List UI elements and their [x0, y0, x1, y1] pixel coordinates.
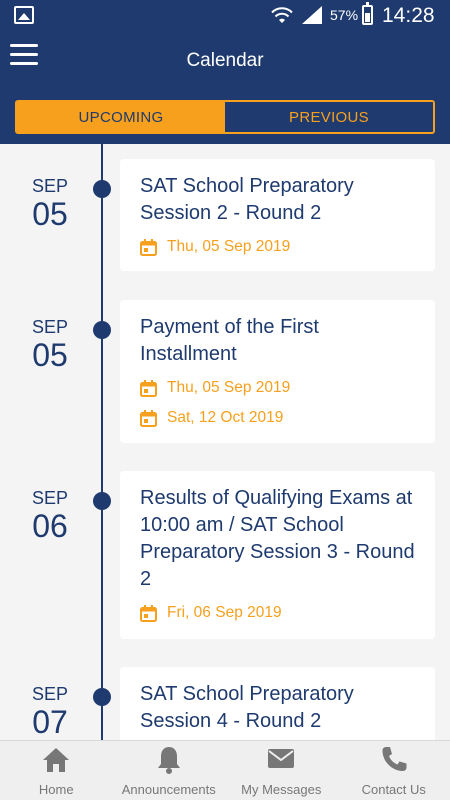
- event-date: SEP 06: [10, 488, 90, 543]
- calendar-icon: [140, 379, 157, 397]
- event-title: Results of Qualifying Exams at 10:00 am …: [140, 487, 415, 590]
- event-card[interactable]: SAT School Preparatory Session 4 - Round…: [120, 667, 435, 740]
- timeline-dot: [93, 180, 111, 198]
- event-title: SAT School Preparatory Session 2 - Round…: [140, 175, 354, 224]
- nav-home[interactable]: Home: [0, 741, 113, 800]
- nav-label: Contact Us: [361, 782, 426, 797]
- timeline-dot: [93, 321, 111, 339]
- event-date: SEP 07: [10, 684, 90, 739]
- event-card[interactable]: SAT School Preparatory Session 2 - Round…: [120, 159, 435, 271]
- event-month: SEP: [31, 176, 69, 196]
- tab-previous[interactable]: PREVIOUS: [225, 102, 433, 132]
- battery-icon: [362, 2, 373, 25]
- nav-label: Home: [38, 782, 74, 797]
- mail-icon: [268, 749, 295, 768]
- event-title: SAT School Preparatory Session 4 - Round…: [140, 683, 354, 732]
- event-card[interactable]: Payment of the First Installment Thu, 05…: [120, 300, 435, 443]
- wifi-icon: [271, 7, 293, 23]
- event-date: SEP 05: [10, 176, 90, 231]
- nav-my-messages[interactable]: My Messages: [225, 741, 338, 800]
- event-date: SEP 05: [10, 317, 90, 372]
- calendar-icon: [140, 604, 157, 622]
- status-bar: 57% 14:28: [0, 0, 450, 32]
- event-day: 06: [32, 508, 68, 544]
- event-day: 07: [32, 704, 68, 740]
- timeline-dot: [93, 688, 111, 706]
- event-date-text: Thu, 05 Sep 2019: [167, 238, 291, 255]
- battery-percentage: 57%: [330, 7, 359, 23]
- page-title: Calendar: [186, 50, 264, 71]
- event-date-row: Sat, 12 Oct 2019: [140, 408, 415, 428]
- event-day: 05: [32, 337, 68, 373]
- gallery-notification-icon: [14, 6, 34, 24]
- calendar-icon: [140, 409, 157, 427]
- event-month: SEP: [31, 488, 69, 508]
- tab-upcoming[interactable]: UPCOMING: [17, 102, 225, 132]
- event-date-row: Thu, 05 Sep 2019: [140, 237, 415, 257]
- events-timeline[interactable]: SEP 05 SAT School Preparatory Session 2 …: [0, 144, 450, 740]
- app-bar: Calendar UPCOMING PREVIOUS: [0, 32, 450, 144]
- event-month: SEP: [31, 317, 69, 337]
- event-date-text: Fri, 06 Sep 2019: [167, 604, 282, 621]
- event-date-text: Thu, 05 Sep 2019: [167, 379, 291, 396]
- calendar-icon: [140, 238, 157, 256]
- nav-announcements[interactable]: Announcements: [113, 741, 226, 800]
- timeline-line: [101, 144, 103, 740]
- event-date-row: Fri, 06 Sep 2019: [140, 603, 415, 623]
- event-month: SEP: [31, 684, 69, 704]
- event-card[interactable]: Results of Qualifying Exams at 10:00 am …: [120, 471, 435, 639]
- nav-label: Announcements: [121, 782, 216, 797]
- timeline-dot: [93, 492, 111, 510]
- home-icon: [43, 748, 70, 772]
- event-date-text: Sat, 12 Oct 2019: [167, 409, 284, 426]
- event-date-row: Thu, 05 Sep 2019: [140, 378, 415, 398]
- bottom-navigation: Home Announcements My Messages Contact U…: [0, 740, 450, 800]
- event-title: Payment of the First Installment: [140, 316, 319, 365]
- event-day: 05: [32, 196, 68, 232]
- phone-icon: [382, 747, 407, 771]
- calendar-tabs: UPCOMING PREVIOUS: [15, 100, 435, 134]
- signal-icon: [302, 6, 322, 24]
- nav-contact-us[interactable]: Contact Us: [338, 741, 450, 800]
- clock: 14:28: [382, 4, 435, 27]
- nav-label: My Messages: [241, 782, 322, 797]
- bell-icon: [157, 747, 180, 774]
